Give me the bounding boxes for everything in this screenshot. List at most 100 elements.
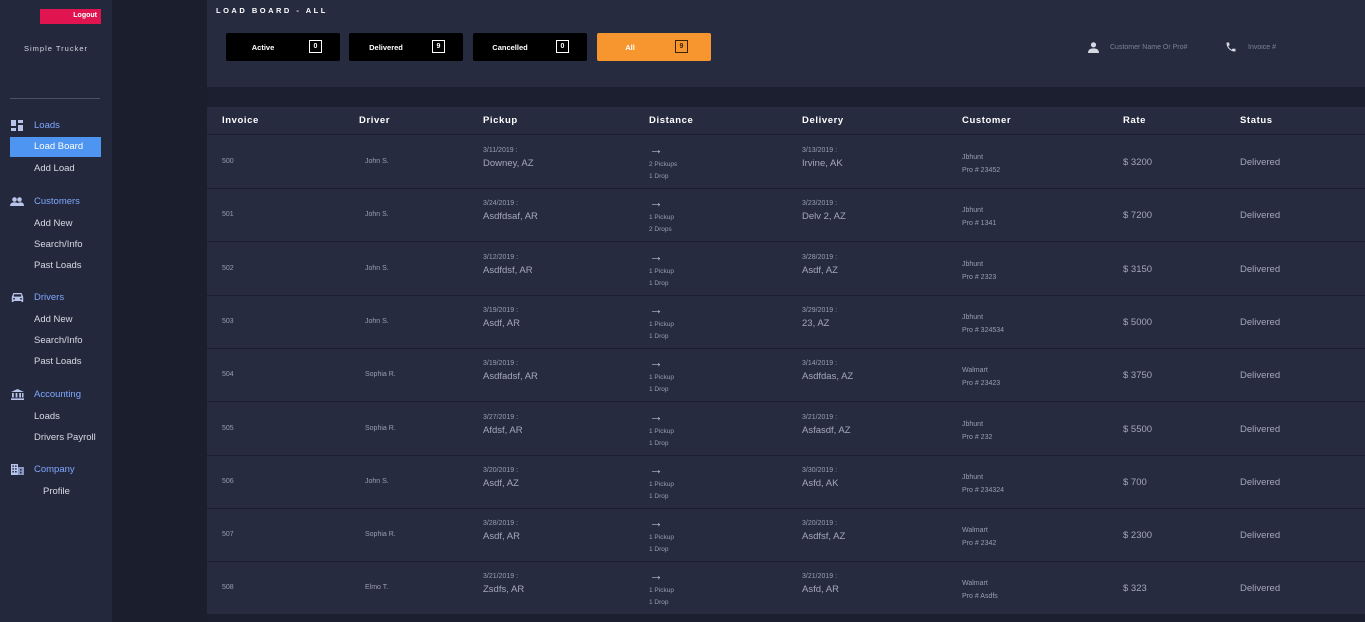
customer-search-input[interactable] [1110,43,1220,51]
nav-section-accounting[interactable]: Accounting [10,388,81,400]
nav-item-accounting-drivers-payroll[interactable]: Drivers Payroll [34,432,96,443]
delivery-date: 3/20/2019 : [802,520,838,528]
rate-cell: $ 7200 [1123,210,1153,222]
table-header: Invoice Driver Pickup Distance Delivery … [207,107,1365,135]
arrow-right-icon: → [649,247,663,264]
delivery-date: 3/14/2019 : [802,360,838,368]
pickup-location: Zsdfs, AR [483,584,525,596]
delivery-location: Asfd, AK [802,477,839,489]
pickup-date: 3/21/2019 : [483,573,519,581]
filter-cancelled-button[interactable]: Cancelled 0 [473,33,587,61]
delivery-date: 3/13/2019 : [802,147,838,154]
invoice-search-input[interactable] [1248,43,1358,51]
nav-section-drivers[interactable]: Drivers [10,291,64,303]
filter-active-button[interactable]: Active 0 [226,33,340,61]
filter-count-badge: 0 [309,40,322,53]
status-cell: Delivered [1240,530,1281,542]
nav-item-drivers-add-new[interactable]: Add New [34,314,73,325]
invoice-cell: 503 [222,317,234,325]
filter-label: Delivered [369,42,403,52]
table-row[interactable]: → 502 John S. 3/12/2019 : Asdfdsf, AR 1 Picku… [207,243,1365,296]
nav-item-accounting-loads[interactable]: Loads [34,411,60,422]
brand-name: Simple Trucker [23,44,88,53]
filter-all-button[interactable]: All 9 [597,33,711,61]
pickup-location: Asdf, AR [483,317,520,329]
rate-cell: $ 3200 [1123,157,1153,168]
nav-section-label: Accounting [34,388,82,400]
customer-name: Walmart [962,580,988,588]
distance-pickups: 1 Pickup [649,374,674,382]
arrow-right-icon: → [649,407,663,424]
delivery-location: Delv 2, AZ [802,211,846,223]
driver-cell: Elmo T. [365,584,389,592]
invoice-cell: 504 [222,371,234,379]
column-header-customer[interactable]: Customer [962,115,1011,126]
pickup-date: 3/27/2019 : [483,413,519,421]
table-row[interactable]: → 501 John S. 3/24/2019 : Asdfdsaf, AR 1 Pick… [207,189,1365,243]
logout-button[interactable]: Logout [40,9,101,24]
distance-pickups: 1 Pickup [649,320,674,328]
distance-drops: 1 Drop [649,386,669,394]
column-header-status[interactable]: Status [1240,115,1273,126]
nav-item-drivers-past-loads[interactable]: Past Loads [34,356,82,367]
nav-item-customers-add-new[interactable]: Add New [34,218,73,229]
distance-pickups: 2 Pickups [649,161,678,168]
customer-pro-number: Pro # 324534 [962,326,1005,334]
customer-pro-number: Pro # 23452 [962,167,1001,174]
rate-cell: $ 2300 [1123,530,1153,542]
nav-item-customers-past-loads[interactable]: Past Loads [34,260,82,271]
delivery-location: Asdfsf, AZ [802,531,846,543]
car-icon [10,291,24,303]
table-row[interactable]: → 504 Sophia R. 3/19/2019 : Asdfadsf, AR 1 Pi… [207,349,1365,403]
nav-item-load-board[interactable]: Load Board [10,137,101,157]
customer-name: Jbhunt [962,260,984,268]
people-icon [10,195,24,207]
nav-section-label: Company [34,463,75,475]
column-header-pickup[interactable]: Pickup [483,115,518,126]
nav-item-drivers-search-info[interactable]: Search/Info [34,335,83,346]
rate-cell: $ 3750 [1123,370,1153,382]
delivery-date: 3/21/2019 : [802,573,838,581]
pickup-date: 3/20/2019 : [483,466,519,474]
pickup-date: 3/11/2019 : [483,147,518,154]
table-row[interactable]: → 506 John S. 3/20/2019 : Asdf, AZ 1 Pickup 1 … [207,456,1365,509]
table-row[interactable]: → 505 Sophia R. 3/27/2019 : Afdsf, AR 1 Picku… [207,403,1365,456]
invoice-cell: 502 [222,264,234,272]
invoice-cell: 505 [222,424,234,432]
status-cell: Delivered [1240,210,1281,222]
delivery-date: 3/23/2019 : [802,200,838,208]
customer-name: Walmart [962,367,988,375]
column-header-driver[interactable]: Driver [359,115,390,126]
nav-item-company-profile[interactable]: Profile [43,486,70,497]
delivery-location: Asdf, AZ [802,264,838,276]
column-header-distance[interactable]: Distance [649,115,693,126]
status-cell: Delivered [1240,423,1281,435]
pickup-date: 3/24/2019 : [483,200,519,208]
table-row[interactable]: → 500 John S. 3/11/2019 : Downey, AZ 2 Pickup… [207,136,1365,189]
nav-section-customers[interactable]: Customers [10,195,80,207]
customer-name: Walmart [962,527,988,535]
nav-section-company[interactable]: Company [10,463,75,475]
nav-item-add-load[interactable]: Add Load [34,163,75,174]
filter-count-badge: 9 [675,40,688,53]
arrow-right-icon: → [649,141,663,157]
column-header-invoice[interactable]: Invoice [222,115,259,126]
pickup-date: 3/12/2019 : [483,253,519,261]
status-cell: Delivered [1240,476,1281,488]
nav-item-customers-search-info[interactable]: Search/Info [34,239,83,250]
column-header-rate[interactable]: Rate [1123,115,1146,126]
rate-cell: $ 323 [1123,583,1147,595]
delivery-date: 3/21/2019 : [802,413,838,421]
table-row[interactable]: → 503 John S. 3/19/2019 : Asdf, AR 1 Pickup 1 … [207,296,1365,349]
customer-pro-number: Pro # 23423 [962,380,1001,388]
column-header-delivery[interactable]: Delivery [802,115,844,126]
pickup-location: Asdfdsf, AR [483,264,533,276]
arrow-right-icon: → [649,194,663,211]
table-row[interactable]: → 508 Elmo T. 3/21/2019 : Zsdfs, AR 1 Pickup 1… [207,562,1365,616]
arrow-right-icon: → [649,514,663,531]
nav-section-loads[interactable]: Loads [10,119,60,131]
filter-delivered-button[interactable]: Delivered 9 [349,33,463,61]
table-row[interactable]: → 507 Sophia R. 3/28/2019 : Asdf, AR 1 Pickup… [207,509,1365,563]
delivery-date: 3/30/2019 : [802,466,838,474]
distance-drops: 1 Drop [649,546,669,554]
